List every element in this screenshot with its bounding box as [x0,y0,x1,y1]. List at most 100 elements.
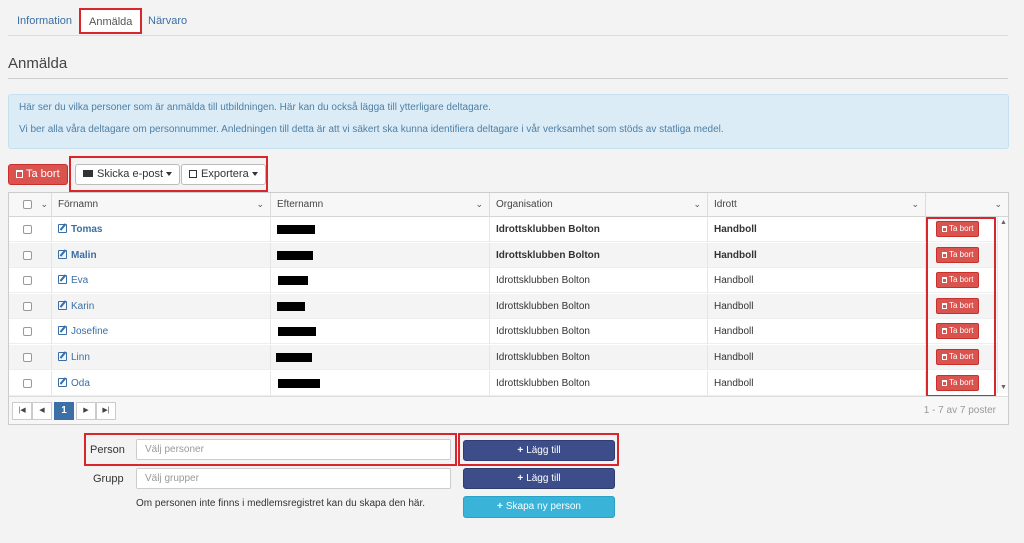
row-checkbox[interactable] [23,276,32,286]
column-header-fornamn[interactable]: Förnamn ⌄ [52,193,271,217]
group-select-input[interactable]: Välj grupper [136,468,451,489]
first-name-link[interactable]: Oda [71,378,90,389]
row-checkbox[interactable] [23,353,32,362]
last-name-cell [271,319,490,345]
add-group-button[interactable]: + Lägg till [463,468,615,489]
column-header-organisation[interactable]: Organisation ⌄ [490,193,708,217]
first-name-link[interactable]: Karin [71,301,94,312]
first-name-cell: Tomas [52,217,271,242]
info-alert: Här ser du vilka personer som är anmälda… [8,94,1009,149]
last-name-cell [271,293,490,319]
edit-icon[interactable] [58,224,67,233]
first-name-link[interactable]: Malin [71,250,97,261]
organisation-cell: Idrottsklubben Bolton [490,319,708,345]
sport-cell: Handboll [708,370,926,396]
first-name-cell: Karin [52,293,271,319]
alert-line-1: Här ser du vilka personer som är anmälda… [19,102,491,113]
column-header-idrott[interactable]: Idrott ⌄ [708,193,926,217]
edit-icon[interactable] [58,326,67,336]
row-checkbox[interactable] [23,250,32,260]
grid-scrollbar[interactable]: ▲ ▼ [997,217,1008,393]
row-select-cell [9,319,52,345]
export-icon [189,170,197,178]
edit-icon[interactable] [58,352,67,361]
first-name-link[interactable]: Tomas [71,224,103,235]
row-checkbox[interactable] [23,378,32,388]
organisation-cell: Idrottsklubben Bolton [490,268,708,294]
column-header-efternamn[interactable]: Efternamn ⌄ [271,193,490,217]
sport-cell: Handboll [708,217,926,242]
edit-icon[interactable] [58,377,67,387]
scroll-up-icon[interactable]: ▲ [1000,219,1007,226]
export-button[interactable]: Exportera [181,164,266,185]
prev-page-icon[interactable]: ◀ [32,402,52,420]
edit-icon[interactable] [58,249,67,259]
chevron-down-icon[interactable]: ⌄ [994,193,1002,216]
table-row: Josefine Idrottsklubben Bolton Handboll Ta … [9,319,997,345]
row-checkbox[interactable] [23,225,32,234]
plus-icon: + [517,473,524,484]
tab-anmalda[interactable]: Anmälda [79,8,143,34]
redacted-block [276,353,312,362]
tab-information[interactable]: Information [9,8,80,34]
row-select-cell [9,370,52,396]
person-select-input[interactable]: Välj personer [136,439,451,460]
column-label: Organisation [496,199,553,210]
chevron-down-icon[interactable]: ⌄ [256,193,264,216]
select-all-checkbox[interactable] [23,200,32,209]
first-name-link[interactable]: Josefine [71,326,108,337]
redacted-block [277,225,315,234]
last-name-cell [271,370,490,396]
organisation-cell: Idrottsklubben Bolton [490,345,708,370]
tab-narvaro[interactable]: Närvaro [140,8,195,34]
table-row: Karin Idrottsklubben Bolton Handboll Ta bor… [9,293,997,319]
grid-header: ⌄ Förnamn ⌄ Efternamn ⌄ Organisation ⌄ Idro… [9,193,1008,217]
row-select-cell [9,217,52,242]
chevron-down-icon[interactable]: ⌄ [475,193,483,216]
first-page-icon[interactable]: |◀ [12,402,32,420]
first-name-cell: Oda [52,370,271,396]
grid-pager: |◀ ◀ 1 ▶ ▶| 1 - 7 av 7 poster [9,396,1008,424]
send-email-button[interactable]: Skicka e-post [75,164,181,185]
first-name-cell: Eva [52,268,271,294]
column-header-actions[interactable]: ⌄ [926,193,1008,217]
table-row: Linn Idrottsklubben Bolton Handboll Ta bort [9,345,997,370]
last-page-icon[interactable]: ▶| [96,402,116,420]
delete-selected-button[interactable]: Ta bort [8,164,68,185]
sport-cell: Handboll [708,293,926,319]
chevron-down-icon[interactable]: ⌄ [693,193,701,216]
organisation-cell: Idrottsklubben Bolton [490,370,708,396]
organisation-cell: Idrottsklubben Bolton [490,242,708,268]
row-select-cell [9,268,52,294]
chevron-down-icon [251,172,258,177]
chevron-down-icon [166,172,173,177]
redacted-block [278,378,320,388]
chevron-down-icon[interactable]: ⌄ [40,193,48,216]
table-row: Malin Idrottsklubben Bolton Handboll Ta bor… [9,242,997,268]
delete-selected-label: Ta bort [26,168,60,180]
row-checkbox[interactable] [23,301,32,311]
create-person-button[interactable]: + Skapa ny person [463,496,615,518]
add-person-button[interactable]: + Lägg till [463,440,615,461]
table-row: Oda Idrottsklubben Bolton Handboll Ta bort [9,370,997,396]
redacted-block [277,250,313,260]
add-group-label: Lägg till [526,473,561,484]
row-delete-highlight [926,217,996,397]
first-name-link[interactable]: Eva [71,275,88,286]
export-label: Exportera [201,168,249,180]
row-checkbox[interactable] [23,327,32,337]
column-label: Förnamn [58,199,99,210]
participants-grid: ⌄ Förnamn ⌄ Efternamn ⌄ Organisation ⌄ Idro… [8,192,1009,425]
add-person-label: Lägg till [526,445,561,456]
table-row: Tomas Idrottsklubben Bolton Handboll Ta bor… [9,217,997,242]
scroll-down-icon[interactable]: ▼ [1000,384,1007,391]
chevron-down-icon[interactable]: ⌄ [911,193,919,216]
column-label: Efternamn [277,199,324,210]
current-page-button[interactable]: 1 [54,402,74,420]
first-name-link[interactable]: Linn [71,352,90,363]
edit-icon[interactable] [58,275,67,285]
next-page-icon[interactable]: ▶ [76,402,96,420]
edit-icon[interactable] [58,300,67,310]
pager-info: 1 - 7 av 7 poster [923,405,996,416]
row-select-cell [9,293,52,319]
